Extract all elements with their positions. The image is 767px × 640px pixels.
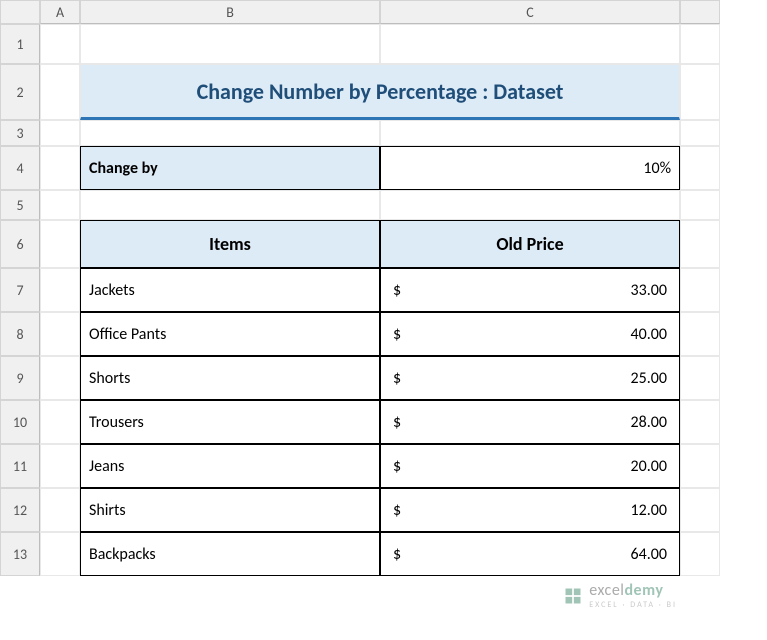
items-header[interactable]: Items [80,220,380,268]
row-header-3[interactable]: 3 [0,120,40,146]
currency-symbol: $ [389,545,401,564]
col-header-a[interactable]: A [40,0,80,24]
cell-b3[interactable] [80,120,380,146]
cell-d7[interactable] [680,268,720,312]
item-cell[interactable]: Shorts [80,356,380,400]
currency-symbol: $ [389,281,401,300]
price-amount: 64.00 [631,545,671,564]
change-by-value[interactable]: 10% [380,146,680,190]
cell-d5[interactable] [680,190,720,220]
item-cell[interactable]: Office Pants [80,312,380,356]
cell-d11[interactable] [680,444,720,488]
currency-symbol: $ [389,457,401,476]
corner-cell[interactable] [0,0,40,24]
cell-d10[interactable] [680,400,720,444]
price-amount: 20.00 [631,457,671,476]
row-header-4[interactable]: 4 [0,146,40,190]
item-cell[interactable]: Backpacks [80,532,380,576]
price-cell[interactable]: $40.00 [380,312,680,356]
price-amount: 28.00 [631,413,671,432]
row-header-11[interactable]: 11 [0,444,40,488]
cell-d13[interactable] [680,532,720,576]
price-amount: 33.00 [631,281,671,300]
currency-symbol: $ [389,413,401,432]
cell-b1[interactable] [80,24,380,64]
change-by-label[interactable]: Change by [80,146,380,190]
item-cell[interactable]: Trousers [80,400,380,444]
col-header-c[interactable]: C [380,0,680,24]
currency-symbol: $ [389,325,401,344]
cell-a8[interactable] [40,312,80,356]
price-amount: 25.00 [631,369,671,388]
row-header-2[interactable]: 2 [0,64,40,120]
cell-d12[interactable] [680,488,720,532]
row-header-8[interactable]: 8 [0,312,40,356]
cell-d9[interactable] [680,356,720,400]
item-cell[interactable]: Jeans [80,444,380,488]
cell-c1[interactable] [380,24,680,64]
price-cell[interactable]: $25.00 [380,356,680,400]
currency-symbol: $ [389,501,401,520]
row-header-5[interactable]: 5 [0,190,40,220]
row-header-7[interactable]: 7 [0,268,40,312]
price-cell[interactable]: $28.00 [380,400,680,444]
row-header-9[interactable]: 9 [0,356,40,400]
price-cell[interactable]: $20.00 [380,444,680,488]
currency-symbol: $ [389,369,401,388]
cell-a13[interactable] [40,532,80,576]
item-cell[interactable]: Jackets [80,268,380,312]
price-cell[interactable]: $33.00 [380,268,680,312]
brand-name: exceldemy [589,581,677,600]
cell-a7[interactable] [40,268,80,312]
cell-a1[interactable] [40,24,80,64]
item-cell[interactable]: Shirts [80,488,380,532]
watermark-text: exceldemy EXCEL · DATA · BI [589,581,677,610]
row-header-13[interactable]: 13 [0,532,40,576]
cell-a12[interactable] [40,488,80,532]
cell-d3[interactable] [680,120,720,146]
row-header-10[interactable]: 10 [0,400,40,444]
price-cell[interactable]: $64.00 [380,532,680,576]
cell-d8[interactable] [680,312,720,356]
row-header-1[interactable]: 1 [0,24,40,64]
col-header-empty[interactable] [680,0,720,24]
row-header-12[interactable]: 12 [0,488,40,532]
cell-c3[interactable] [380,120,680,146]
cell-a5[interactable] [40,190,80,220]
cell-a6[interactable] [40,220,80,268]
cell-a4[interactable] [40,146,80,190]
watermark: exceldemy EXCEL · DATA · BI [563,581,677,610]
cell-d6[interactable] [680,220,720,268]
spreadsheet-grid: A B C 1 2 Change Number by Percentage : … [0,0,767,576]
price-cell[interactable]: $12.00 [380,488,680,532]
cell-a3[interactable] [40,120,80,146]
price-amount: 40.00 [631,325,671,344]
cell-d1[interactable] [680,24,720,64]
cell-b5[interactable] [80,190,380,220]
cell-d4[interactable] [680,146,720,190]
price-amount: 12.00 [631,501,671,520]
col-header-b[interactable]: B [80,0,380,24]
cell-c5[interactable] [380,190,680,220]
brand-tagline: EXCEL · DATA · BI [589,600,677,610]
cell-a2[interactable] [40,64,80,120]
row-header-6[interactable]: 6 [0,220,40,268]
title-cell[interactable]: Change Number by Percentage : Dataset [80,64,680,120]
cell-a10[interactable] [40,400,80,444]
price-header[interactable]: Old Price [380,220,680,268]
cell-a11[interactable] [40,444,80,488]
cell-d2[interactable] [680,64,720,120]
logo-icon [563,586,583,606]
cell-a9[interactable] [40,356,80,400]
